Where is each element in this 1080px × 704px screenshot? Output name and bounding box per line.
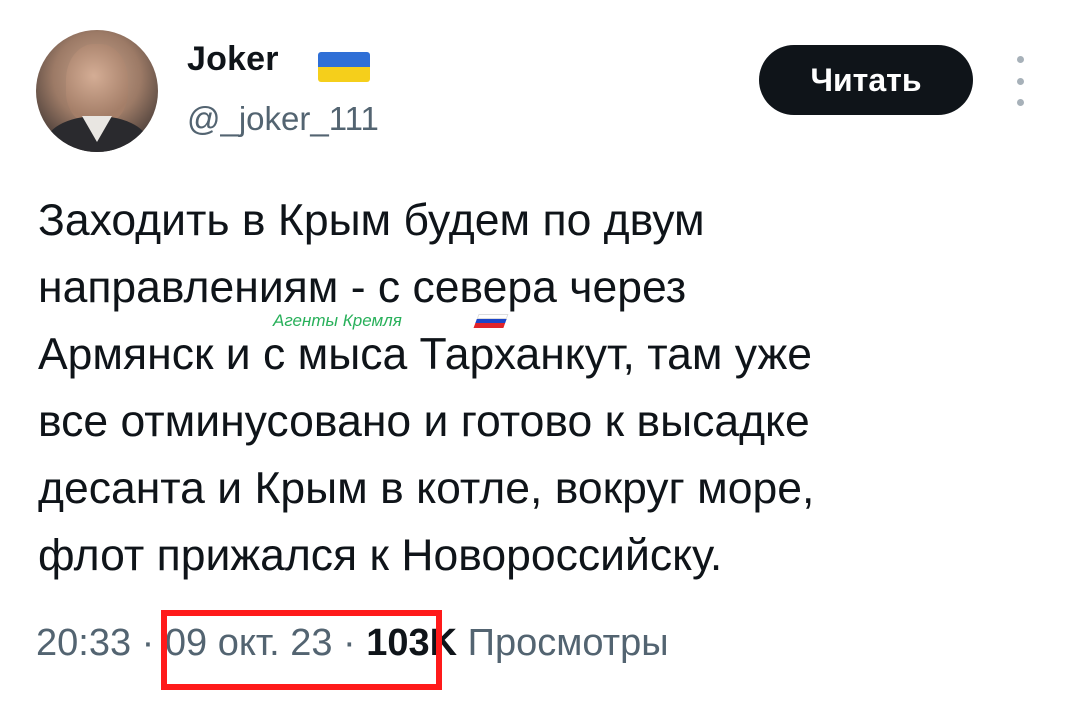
follow-button[interactable]: Читать xyxy=(759,45,973,115)
watermark-text: Агенты Кремля xyxy=(273,311,402,330)
avatar[interactable] xyxy=(36,30,158,152)
ukraine-flag-icon xyxy=(318,52,370,82)
meta-separator: · xyxy=(141,622,155,664)
author-handle[interactable]: @_joker_111 xyxy=(187,100,379,138)
tweet-time[interactable]: 20:33 xyxy=(36,622,131,664)
date-highlight-box xyxy=(161,610,442,690)
russia-flag-icon xyxy=(473,314,509,328)
more-vertical-icon[interactable] xyxy=(1006,56,1034,106)
views-label: Просмотры xyxy=(467,622,669,664)
avatar-face xyxy=(66,44,128,124)
tweet-text: Заходить в Крым будем по двум направлени… xyxy=(38,196,815,580)
author-name[interactable]: Joker xyxy=(187,40,279,79)
